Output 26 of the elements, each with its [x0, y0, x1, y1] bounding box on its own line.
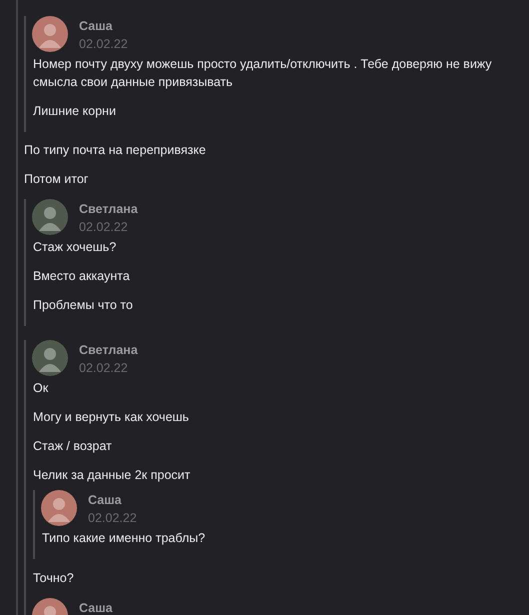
author-name: Саша [88, 492, 123, 509]
message-date: 02.02.22 [88, 510, 137, 527]
message-text: Номер почту двуху можешь просто удалить/отключить . Тебе доверяю не вижу смысла свои данные привязывать [33, 56, 493, 91]
message-date: 02.02.22 [79, 360, 129, 377]
message-text: По типу почта на перепривязке [24, 142, 207, 159]
message-text: Стаж хочешь? [33, 239, 118, 256]
message-text: Стаж / возрат [33, 438, 113, 455]
message-text: Точно? [33, 570, 75, 587]
message-text: Могу и вернуть как хочешь [33, 409, 190, 426]
message-text: Лишние корни [33, 103, 117, 120]
author-name: Саша [79, 18, 114, 35]
message-text: Типо какие именно траблы? [42, 530, 206, 547]
avatar[interactable] [32, 16, 68, 52]
message-text: Потом итог [24, 171, 90, 188]
avatar[interactable] [32, 340, 68, 376]
message-date: 02.02.22 [79, 36, 128, 53]
author-name: Саша [79, 600, 113, 615]
message-text: Ок [33, 380, 50, 397]
message-text: Проблемы что то [33, 297, 134, 314]
author-name: Светлана [79, 342, 138, 359]
message-text: Вместо аккаунта [33, 268, 131, 285]
author-name: Светлана [79, 201, 138, 218]
avatar[interactable] [32, 199, 68, 235]
message-text: Челик за данные 2к просит [33, 467, 192, 484]
avatar[interactable] [41, 490, 77, 526]
message-date: 02.02.22 [79, 219, 129, 236]
